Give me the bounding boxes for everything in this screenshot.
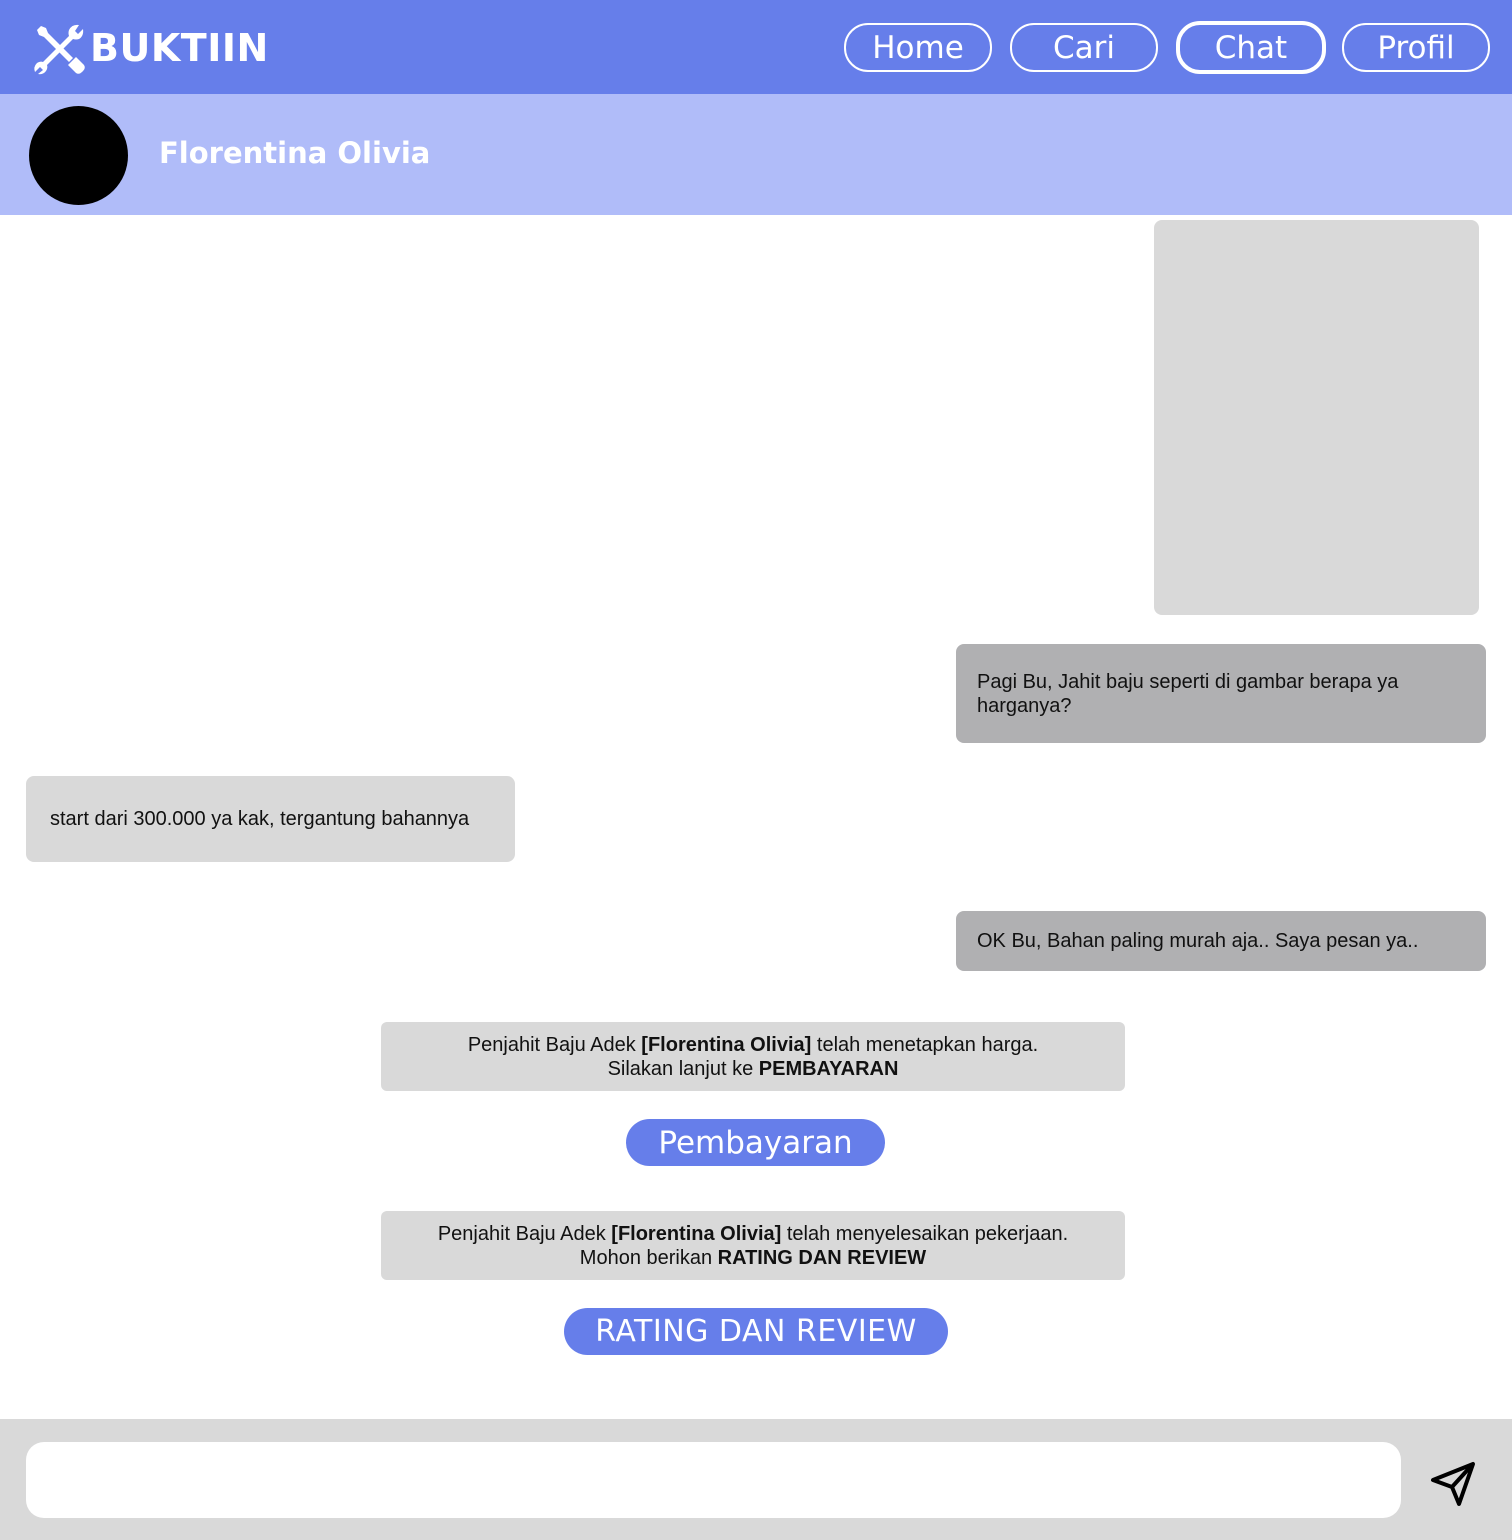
notice-highlight: RATING DAN REVIEW: [717, 1247, 927, 1269]
brand-name: BUKTIIN: [90, 26, 269, 70]
nav-cari-button[interactable]: Cari: [1010, 23, 1158, 72]
notice-text: Penjahit Baju Adek: [467, 1034, 642, 1056]
nav-home-label: Home: [872, 29, 964, 66]
nav-cari-label: Cari: [1053, 29, 1115, 66]
system-notice-job-done: Penjahit Baju Adek [Florentina Olivia] t…: [381, 1211, 1125, 1280]
notice-text: telah menyelesaikan pekerjaan.: [781, 1223, 1069, 1245]
top-navbar: BUKTIIN Home Cari Chat Profil: [0, 0, 1512, 94]
rating-review-button[interactable]: RATING DAN REVIEW: [564, 1308, 948, 1355]
outgoing-message: OK Bu, Bahan paling murah aja.. Saya pes…: [956, 911, 1486, 971]
pembayaran-label: Pembayaran: [658, 1124, 853, 1161]
avatar[interactable]: [29, 106, 128, 205]
nav-home-button[interactable]: Home: [844, 23, 992, 72]
rating-review-label: RATING DAN REVIEW: [595, 1314, 917, 1349]
system-notice-line: Mohon berikan RATING DAN REVIEW: [381, 1246, 1125, 1270]
notice-text: Silakan lanjut ke: [607, 1058, 759, 1080]
notice-text: Penjahit Baju Adek: [437, 1223, 612, 1245]
nav-chat-button[interactable]: Chat: [1176, 21, 1326, 74]
system-notice-line: Penjahit Baju Adek [Florentina Olivia] t…: [381, 1222, 1125, 1246]
nav-profil-button[interactable]: Profil: [1342, 23, 1490, 72]
contact-name[interactable]: Florentina Olivia: [159, 136, 430, 170]
message-text: Pagi Bu, Jahit baju seperti di gambar be…: [977, 671, 1399, 717]
send-icon: [1428, 1459, 1478, 1509]
system-notice-price-set: Penjahit Baju Adek [Florentina Olivia] t…: [381, 1022, 1125, 1091]
nav-chat-label: Chat: [1214, 29, 1288, 66]
notice-highlight: PEMBAYARAN: [758, 1058, 899, 1080]
message-text: start dari 300.000 ya kak, tergantung ba…: [50, 808, 470, 830]
message-composer: [0, 1419, 1512, 1540]
brand-logo[interactable]: BUKTIIN: [32, 21, 269, 75]
message-text: OK Bu, Bahan paling murah aja.. Saya pes…: [977, 930, 1419, 952]
nav-profil-label: Profil: [1377, 29, 1455, 66]
system-notice-line: Silakan lanjut ke PEMBAYARAN: [381, 1057, 1125, 1081]
send-button[interactable]: [1428, 1459, 1478, 1509]
notice-text: Mohon berikan: [579, 1247, 718, 1269]
notice-tailor-name: [Florentina Olivia]: [611, 1223, 782, 1245]
system-notice-line: Penjahit Baju Adek [Florentina Olivia] t…: [381, 1033, 1125, 1057]
message-input[interactable]: [26, 1442, 1401, 1518]
incoming-message: start dari 300.000 ya kak, tergantung ba…: [26, 776, 515, 862]
tools-icon: [32, 21, 86, 75]
image-message[interactable]: [1154, 220, 1479, 615]
notice-tailor-name: [Florentina Olivia]: [641, 1034, 812, 1056]
notice-text: telah menetapkan harga.: [811, 1034, 1039, 1056]
pembayaran-button[interactable]: Pembayaran: [626, 1119, 885, 1166]
chat-header: Florentina Olivia: [0, 94, 1512, 215]
outgoing-message: Pagi Bu, Jahit baju seperti di gambar be…: [956, 644, 1486, 743]
